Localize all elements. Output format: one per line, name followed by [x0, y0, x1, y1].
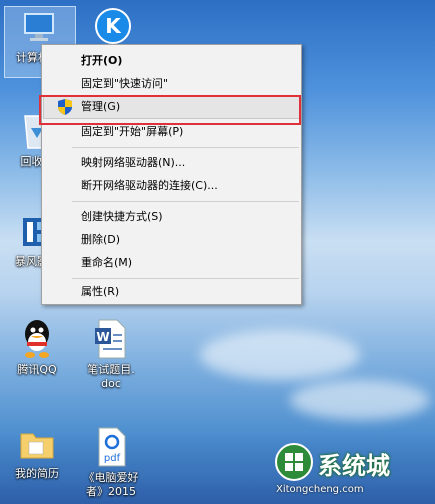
qq-penguin-icon: [25, 320, 49, 358]
desktop-icon-label-line2: doc: [101, 377, 121, 390]
desktop-icon-folder[interactable]: 我的简历: [2, 424, 72, 481]
menu-separator: [72, 147, 299, 148]
desktop-icon-pdf[interactable]: pdf 《电脑爱好 者》2015: [76, 424, 146, 499]
menu-item-map-network-drive[interactable]: 映射网络驱动器(N)...: [44, 152, 299, 174]
menu-item-rename[interactable]: 重命名(M): [44, 252, 299, 274]
svg-text:K: K: [105, 14, 122, 38]
menu-separator: [72, 278, 299, 279]
kugou-icon: K: [95, 8, 131, 44]
wallpaper-cloud: [200, 330, 360, 380]
desktop-icon-label: 我的简历: [15, 467, 59, 480]
highlight-annotation-box: [39, 95, 301, 125]
desktop-icon-label: 腾讯QQ: [17, 363, 57, 376]
menu-item-open[interactable]: 打开(O): [44, 50, 299, 72]
watermark-text: 系统城: [318, 452, 390, 480]
context-menu: 打开(O) 固定到"快速访问" 管理(G) 固定到"开始"屏幕(P) 映射网络驱…: [41, 44, 302, 305]
desktop-icon-label: 《电脑爱好: [83, 471, 139, 484]
menu-item-pin-quick-access[interactable]: 固定到"快速访问": [44, 73, 299, 95]
menu-separator: [72, 201, 299, 202]
pdf-document-icon: pdf: [98, 427, 126, 467]
svg-text:pdf: pdf: [104, 453, 121, 464]
watermark-subtext: Xitongcheng.com: [276, 484, 364, 495]
desktop-icon-label-line2: 者》2015: [86, 485, 136, 498]
desktop-icon-qq[interactable]: 腾讯QQ: [2, 316, 72, 377]
menu-item-disconnect-network-drive[interactable]: 断开网络驱动器的连接(C)...: [44, 175, 299, 197]
computer-icon: [24, 13, 54, 41]
menu-item-create-shortcut[interactable]: 创建快捷方式(S): [44, 206, 299, 228]
wallpaper-cloud: [290, 380, 430, 420]
svg-text:W: W: [96, 330, 109, 344]
word-document-icon: W: [95, 319, 126, 359]
windows-logo-icon: [275, 443, 313, 481]
watermark-logo: 系统城 Xitongcheng.com: [272, 440, 430, 500]
menu-item-properties[interactable]: 属性(R): [44, 281, 299, 303]
desktop-icon-kugou[interactable]: K: [78, 6, 148, 49]
folder-icon: [20, 433, 54, 459]
desktop-icon-doc[interactable]: W 笔试题目. doc: [76, 316, 146, 391]
menu-item-delete[interactable]: 删除(D): [44, 229, 299, 251]
desktop-icon-label: 笔试题目.: [87, 363, 135, 376]
